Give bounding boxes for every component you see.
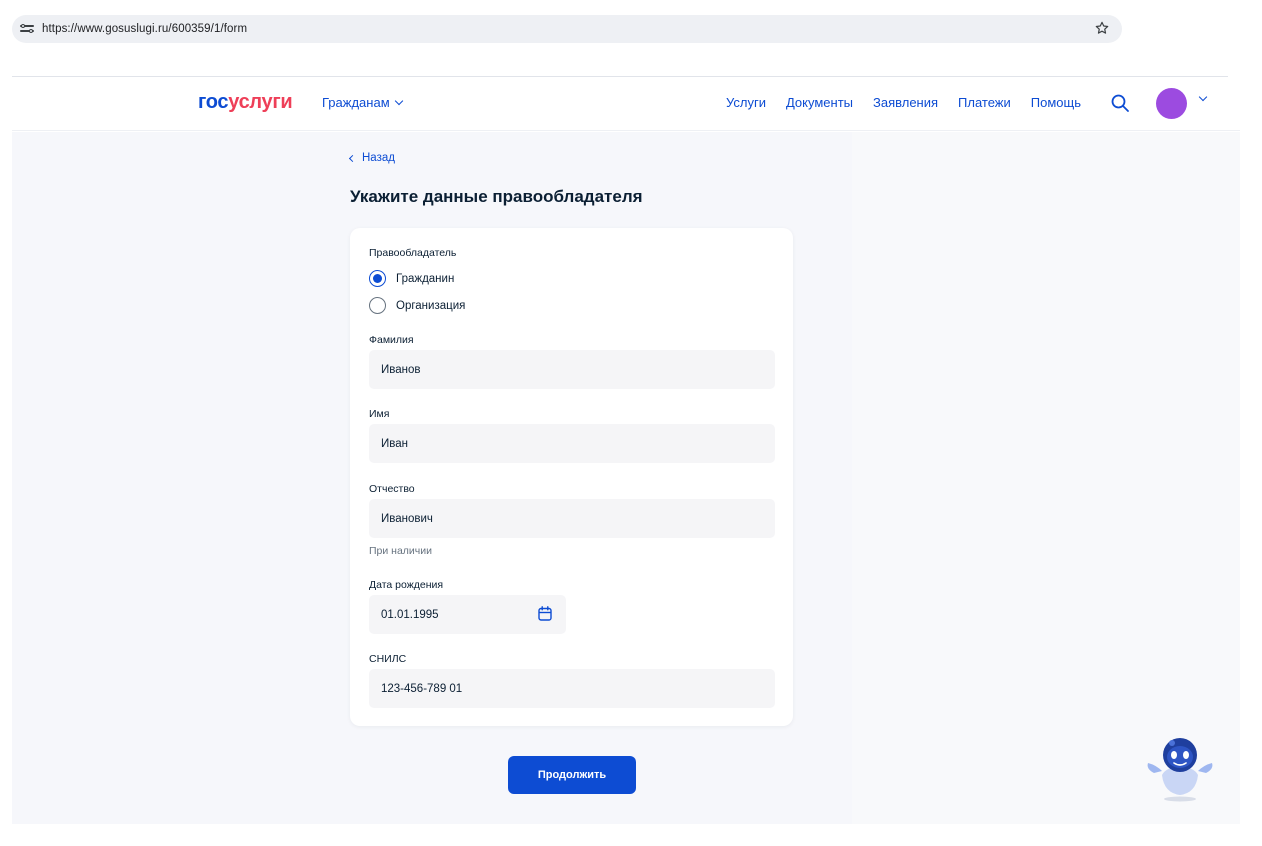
snils-label: СНИЛС <box>369 653 407 665</box>
chevron-down-icon <box>394 96 403 105</box>
radio-organization-label: Организация <box>396 299 466 312</box>
radio-organization-icon[interactable] <box>369 297 386 314</box>
nav-payments[interactable]: Платежи <box>958 95 1011 110</box>
name-value: Иван <box>381 437 408 450</box>
radio-organization[interactable]: Организация <box>369 297 465 314</box>
site-settings-icon[interactable] <box>20 23 34 35</box>
surname-value: Иванов <box>381 363 421 376</box>
radio-citizen[interactable]: Гражданин <box>369 270 454 287</box>
address-bar[interactable]: https://www.gosuslugi.ru/600359/1/form <box>12 15 1122 43</box>
radio-citizen-label: Гражданин <box>396 272 455 285</box>
main-nav: Услуги Документы Заявления Платежи Помощ… <box>726 95 1081 110</box>
calendar-icon[interactable] <box>538 606 552 621</box>
snils-input[interactable]: 123-456-789 01 <box>369 669 775 708</box>
site-header: госуслуги Гражданам Услуги Документы Зая… <box>12 77 1240 131</box>
birthdate-value: 01.01.1995 <box>381 608 439 621</box>
nav-applications[interactable]: Заявления <box>873 95 938 110</box>
patronymic-input[interactable]: Иванович <box>369 499 775 538</box>
owner-label: Правообладатель <box>369 247 457 259</box>
surname-input[interactable]: Иванов <box>369 350 775 389</box>
surname-label: Фамилия <box>369 334 414 346</box>
citizens-menu[interactable]: Гражданам <box>322 95 403 110</box>
bookmark-star-icon[interactable] <box>1094 20 1110 36</box>
snils-value: 123-456-789 01 <box>381 682 463 695</box>
nav-help[interactable]: Помощь <box>1031 95 1081 110</box>
patronymic-label: Отчество <box>369 483 415 495</box>
chevron-left-icon <box>348 154 357 162</box>
robot-assistant-icon[interactable] <box>1144 733 1216 803</box>
search-icon[interactable] <box>1110 93 1130 113</box>
profile-chevron-down-icon[interactable] <box>1198 92 1208 102</box>
name-input[interactable]: Иван <box>369 424 775 463</box>
back-link[interactable]: Назад <box>348 152 395 164</box>
page-title: Укажите данные правообладателя <box>350 187 643 206</box>
citizens-menu-label: Гражданам <box>322 95 390 110</box>
page-background-right <box>852 132 1240 824</box>
name-label: Имя <box>369 408 390 420</box>
birthdate-label: Дата рождения <box>369 579 444 591</box>
back-label: Назад <box>362 152 395 164</box>
radio-citizen-selected-icon[interactable] <box>369 270 386 287</box>
address-url[interactable]: https://www.gosuslugi.ru/600359/1/form <box>42 23 247 35</box>
avatar[interactable] <box>1156 88 1187 119</box>
gosuslugi-logo[interactable]: госуслуги <box>198 91 293 114</box>
patronymic-value: Иванович <box>381 512 433 525</box>
nav-documents[interactable]: Документы <box>786 95 853 110</box>
birthdate-input[interactable]: 01.01.1995 <box>369 595 566 634</box>
continue-button[interactable]: Продолжить <box>508 756 636 794</box>
nav-services[interactable]: Услуги <box>726 95 766 110</box>
form-card: Правообладатель Гражданин Организация Фа… <box>350 228 793 726</box>
patronymic-hint: При наличии <box>369 545 432 557</box>
